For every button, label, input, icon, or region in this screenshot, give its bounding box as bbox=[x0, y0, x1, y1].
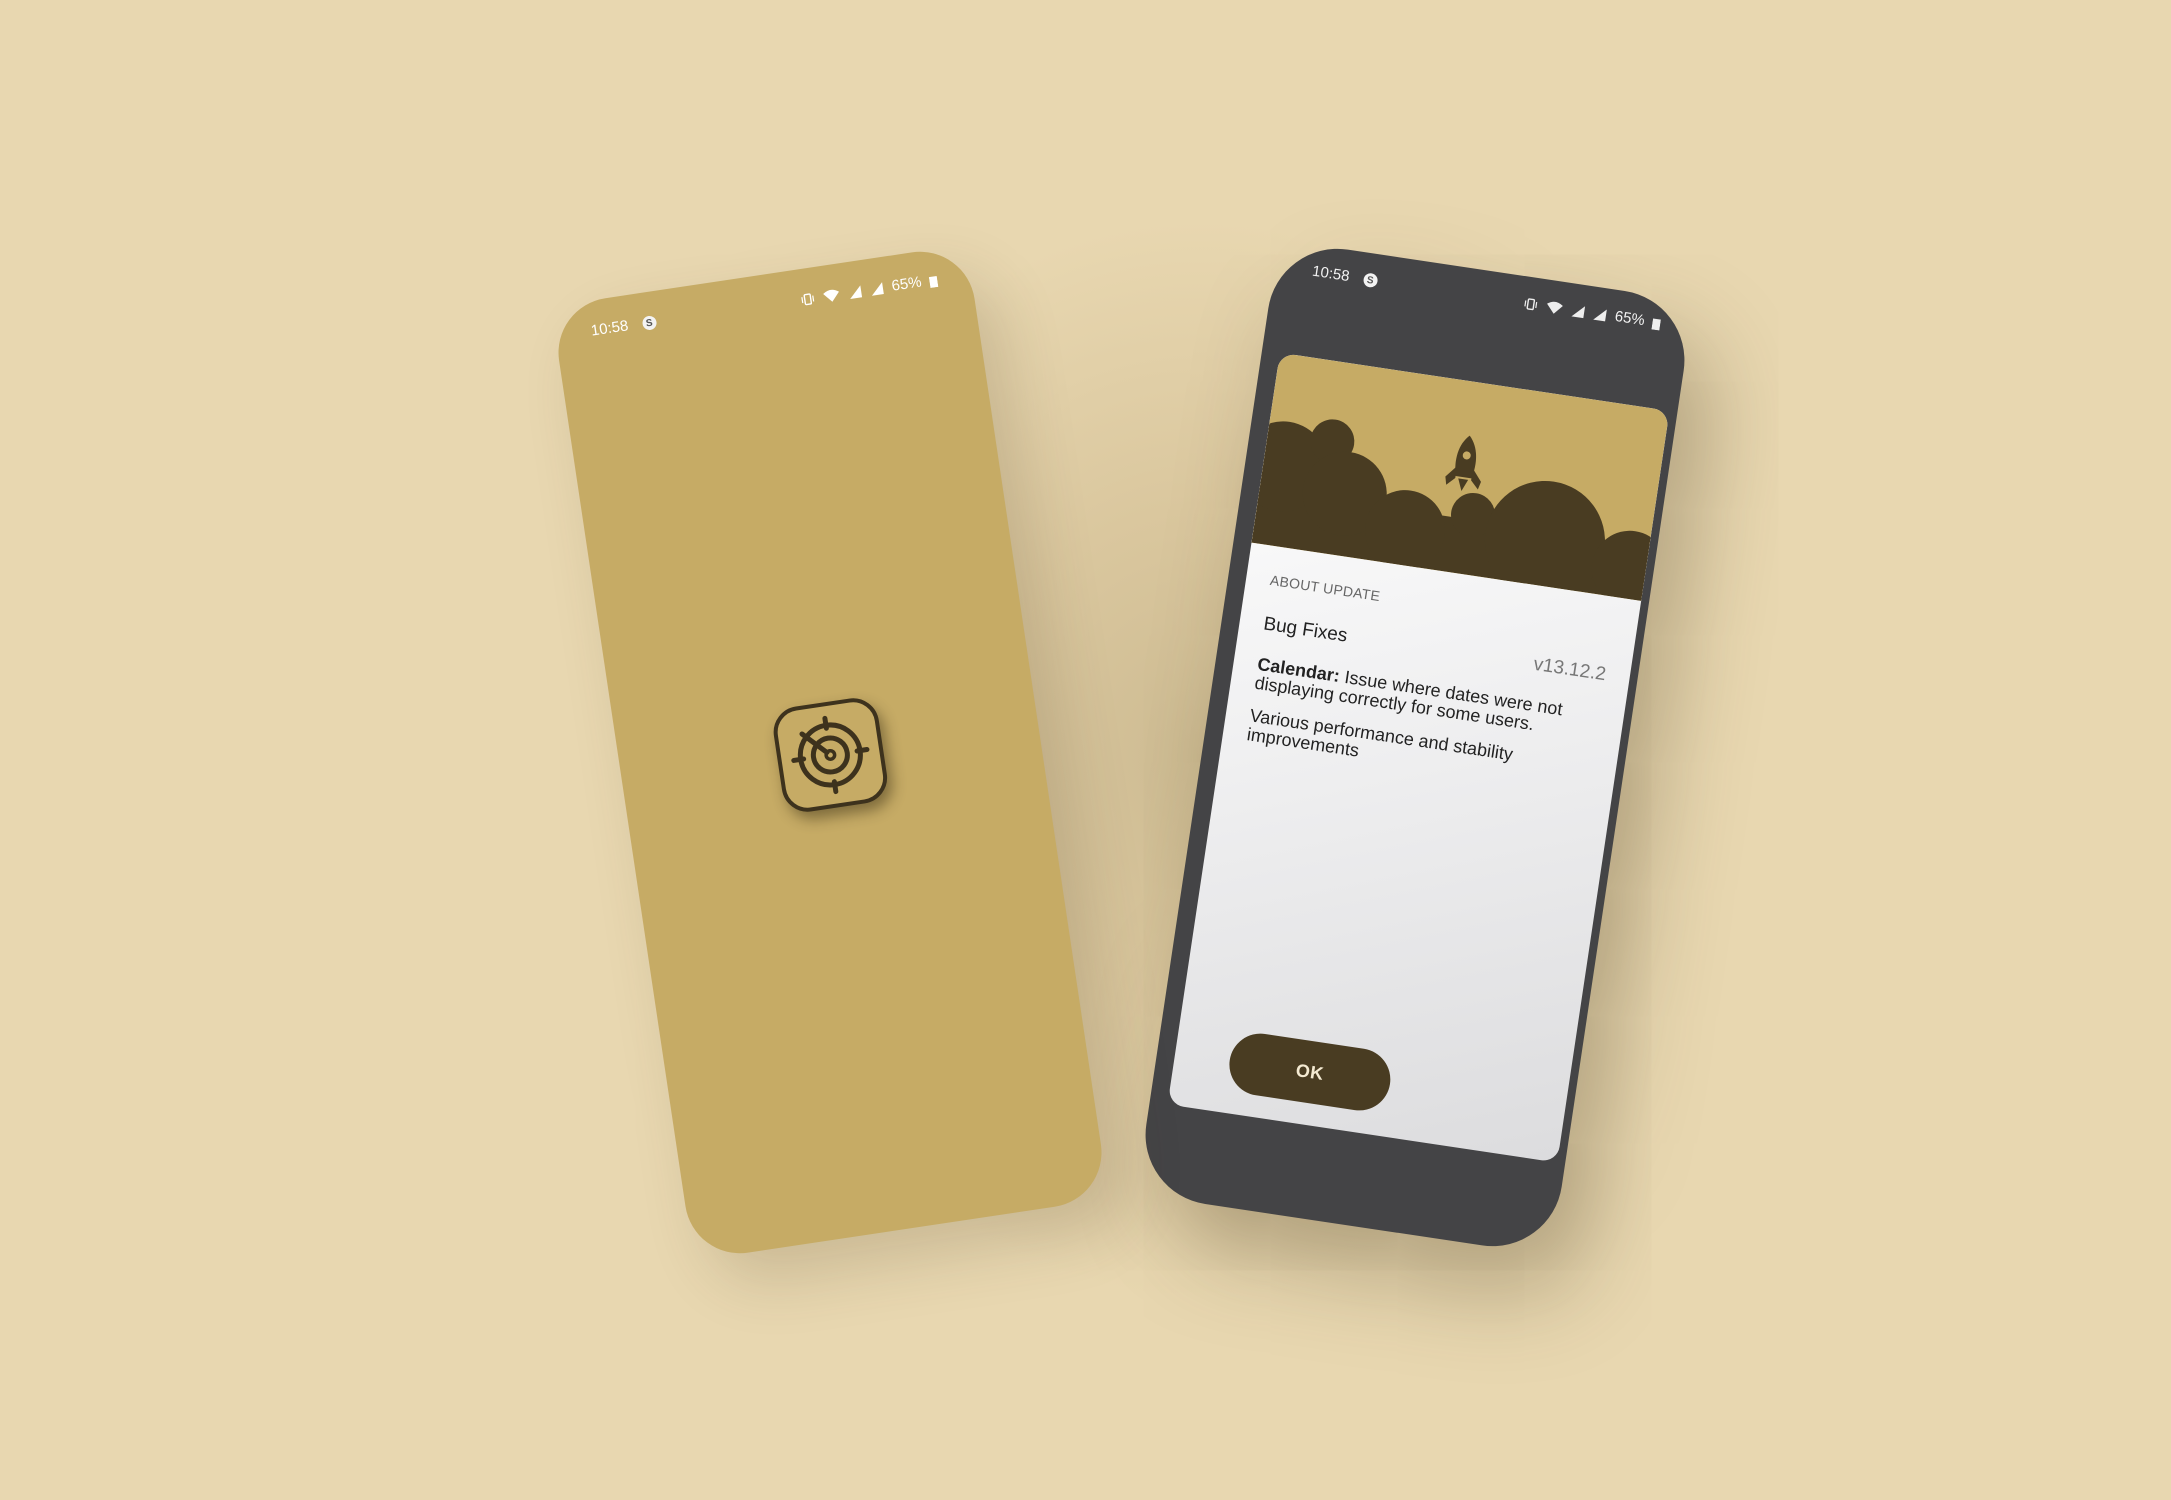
sync-badge-icon: S bbox=[641, 315, 658, 331]
wifi-icon bbox=[823, 289, 839, 302]
status-bar: 10:58 S 65% bbox=[551, 244, 975, 365]
battery-percent: 65% bbox=[1613, 307, 1646, 330]
app-icon[interactable] bbox=[770, 694, 891, 816]
signal-icon bbox=[1593, 309, 1607, 321]
signal-icon bbox=[871, 281, 884, 296]
vibrate-icon bbox=[801, 292, 815, 305]
battery-percent: 65% bbox=[890, 273, 923, 295]
phone-update-dialog: 10:58 S 65% ABOUT UPDATE Bug Fixes v13.1… bbox=[1135, 239, 1695, 1256]
update-title: Bug Fixes bbox=[1262, 613, 1349, 647]
version-label: v13.12.2 bbox=[1532, 653, 1608, 686]
status-icons: 65% bbox=[799, 271, 939, 308]
status-bar: 10:58 S 65% bbox=[1270, 239, 1694, 360]
vibrate-icon bbox=[1524, 297, 1538, 310]
battery-icon bbox=[928, 275, 939, 288]
ok-button[interactable]: OK bbox=[1225, 1029, 1395, 1115]
sync-badge-icon: S bbox=[1362, 272, 1379, 289]
phone-splash-screen: 10:58 S 65% bbox=[550, 244, 1110, 1261]
signal-icon bbox=[1571, 305, 1586, 318]
status-time-text: 10:58 bbox=[1311, 262, 1351, 286]
status-icons: 65% bbox=[1523, 294, 1662, 331]
status-time: 10:58 S bbox=[1311, 263, 1379, 290]
target-crosshair-icon bbox=[791, 715, 870, 795]
rocket-icon bbox=[1439, 430, 1492, 498]
status-time-text: 10:58 bbox=[589, 317, 630, 340]
update-dialog: ABOUT UPDATE Bug Fixes v13.12.2 Calendar… bbox=[1167, 352, 1670, 1163]
wifi-icon bbox=[1547, 301, 1563, 314]
status-time: 10:58 S bbox=[590, 313, 658, 340]
mockup-stage: 10:58 S 65% ABOUT UPDATE Bug Fixes v13.1… bbox=[0, 0, 2171, 1500]
signal-icon bbox=[850, 284, 862, 299]
battery-icon bbox=[1651, 317, 1662, 331]
